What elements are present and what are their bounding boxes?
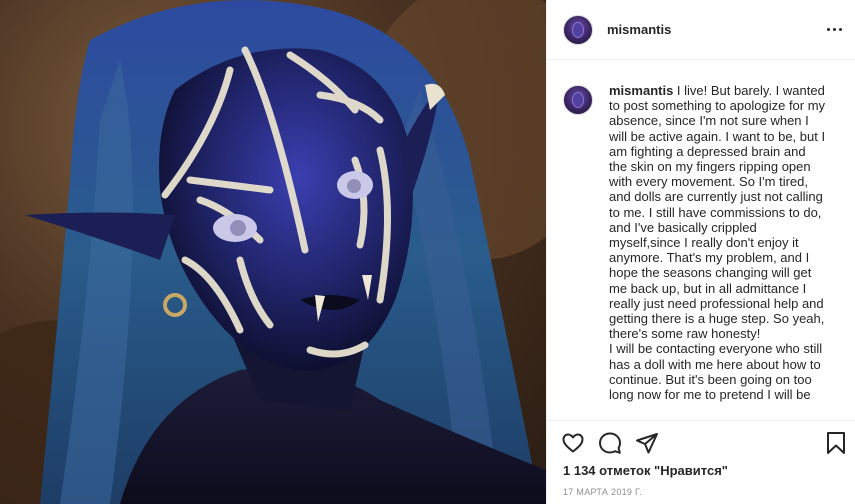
paper-plane-icon[interactable] [635, 431, 659, 455]
comment-icon[interactable] [598, 431, 622, 455]
caption-text: mismantis I live! But barely. I wanted t… [609, 83, 827, 402]
post-actions: 1 134 отметок "Нравится" 17 марта 2019 г… [547, 420, 855, 504]
post-date[interactable]: 17 марта 2019 г. [563, 487, 642, 497]
caption: mismantis I live! But barely. I wanted t… [563, 83, 840, 402]
caption-avatar[interactable] [563, 85, 593, 115]
caption-username[interactable]: mismantis [609, 83, 673, 98]
post-header: mismantis [547, 0, 855, 60]
comments-area[interactable]: mismantis I live! But barely. I wanted t… [547, 61, 855, 419]
likes-count[interactable]: 1 134 отметок "Нравится" [563, 463, 728, 478]
caption-body: I live! But barely. I wanted to post som… [609, 83, 826, 403]
bookmark-icon[interactable] [824, 431, 848, 455]
post-photo[interactable] [0, 0, 546, 504]
heart-icon[interactable] [561, 431, 585, 455]
post-side-panel: mismantis mismantis I live! But barely. … [546, 0, 855, 504]
doll-photo [0, 0, 546, 504]
avatar[interactable] [563, 14, 593, 45]
header-username[interactable]: mismantis [607, 22, 671, 37]
more-horizontal-icon[interactable] [824, 21, 844, 37]
